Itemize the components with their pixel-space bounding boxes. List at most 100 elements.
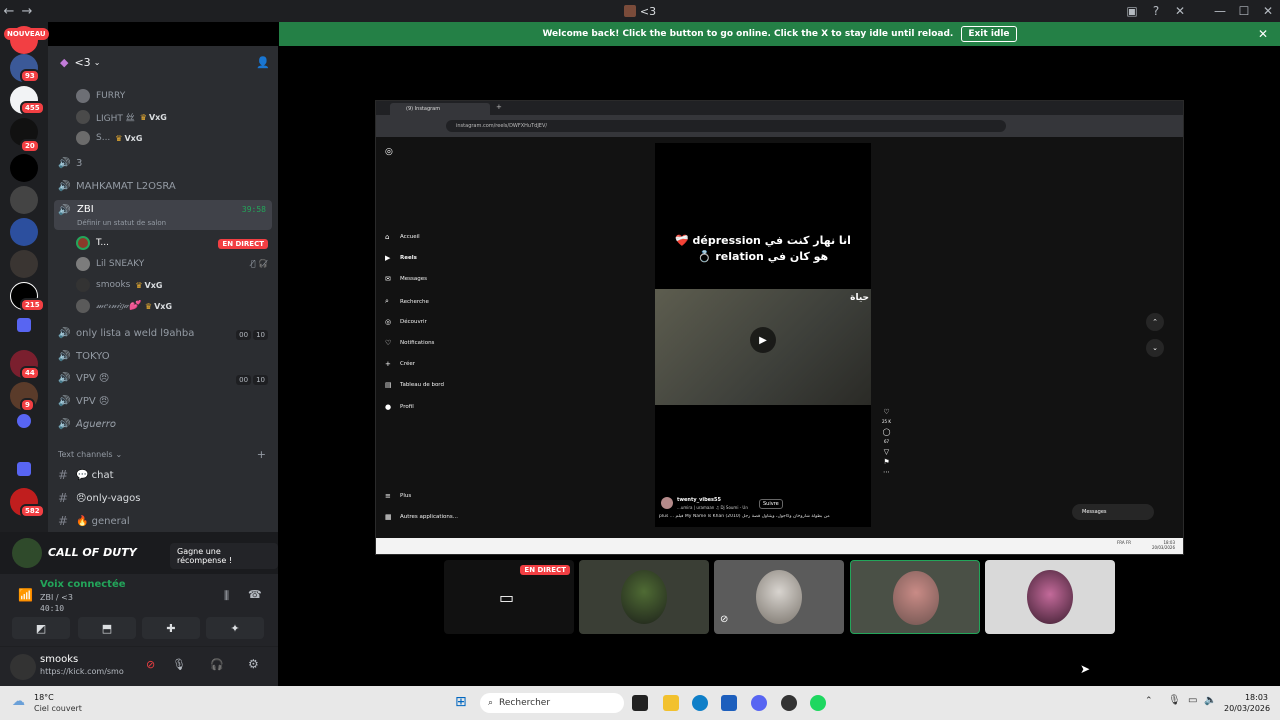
participant-tile[interactable]: ⊘ xyxy=(714,560,844,634)
claim-reward-button[interactable]: Gagne une récompense ! xyxy=(170,543,278,569)
nav-home[interactable]: ⌂ Accueil xyxy=(385,233,420,241)
voice-channel[interactable]: 🔊 MAHKAMAT L2OSRA xyxy=(58,181,176,192)
text-channel[interactable]: # 😠only-vagos xyxy=(58,491,140,505)
follow-button[interactable]: Suivre xyxy=(759,499,783,509)
voice-channel[interactable]: 🔊 TOKYO xyxy=(58,351,110,362)
maximize-button[interactable]: ☐ xyxy=(1232,4,1256,18)
voice-channel[interactable]: 🔊 only lista a weld l9ahba xyxy=(58,328,194,339)
add-member-icon[interactable]: 👤 xyxy=(256,56,270,69)
more-icon[interactable]: ⋯ xyxy=(882,467,891,477)
nav-more[interactable]: ≡ Plus xyxy=(385,492,411,500)
server-icon-5[interactable] xyxy=(10,154,38,182)
help-icon[interactable]: ? xyxy=(1144,4,1168,18)
like-icon[interactable]: ♡ xyxy=(882,407,891,417)
voice-channel[interactable]: 🔊 VPV 😠 xyxy=(58,396,109,407)
nav-messages[interactable]: ✉ Messages xyxy=(385,275,427,283)
nav-search[interactable]: ⌕ Recherche xyxy=(385,297,429,306)
voice-user[interactable]: FURRY xyxy=(76,89,125,103)
gear-icon[interactable]: ⚙ xyxy=(248,657,259,671)
voice-channel[interactable]: 🔊 3 xyxy=(58,158,82,169)
author-name[interactable]: twenty_vibes55 xyxy=(677,497,721,503)
author-avatar[interactable] xyxy=(661,497,673,509)
active-voice-channel[interactable]: 🔊 ZBI 39:58 Définir un statut de salon xyxy=(54,200,272,230)
network-icon[interactable]: ▭ xyxy=(1188,695,1197,706)
server-icon-6[interactable] xyxy=(10,186,38,214)
video-frame[interactable]: حياة ▶ xyxy=(655,289,871,405)
voice-channel[interactable]: 🔊 𝘈𝘨𝘶𝘦𝘳𝘳𝘰 xyxy=(58,419,116,430)
voice-user[interactable]: LIGHT 丝 ♛ VxG xyxy=(76,110,167,124)
messages-pill[interactable]: Messages xyxy=(1072,504,1154,520)
microphone-icon[interactable]: 🎙 xyxy=(172,658,186,671)
close-icon[interactable]: ✕ xyxy=(1258,27,1268,41)
file-explorer-icon[interactable] xyxy=(663,695,679,711)
voice-user[interactable]: smooks ♛ VxG xyxy=(76,278,162,292)
microphone-icon[interactable]: 🎙 xyxy=(1168,695,1181,706)
voice-channel[interactable]: 🔊 VPV 😠 xyxy=(58,373,109,384)
chevron-up-icon[interactable]: ⌃ xyxy=(1145,696,1153,706)
folder-icon[interactable] xyxy=(17,318,31,332)
disconnect-icon[interactable]: ☎ xyxy=(248,588,262,601)
participant-tile[interactable] xyxy=(579,560,709,634)
channel-status[interactable]: Définir un statut de salon xyxy=(77,219,166,227)
nav-explore[interactable]: ◎ Découvrir xyxy=(385,318,427,326)
taskbar-clock[interactable]: 18:03 20/03/2026 xyxy=(1224,692,1270,714)
streaming-off-icon[interactable]: ⊘ xyxy=(146,658,155,671)
share-icon[interactable]: ▽ xyxy=(882,447,891,457)
voice-user[interactable]: 𝓂𝑒𝓇𝓃𝒾𝑔𝒶💕 ♛ VxG xyxy=(76,299,172,313)
store-icon[interactable] xyxy=(721,695,737,711)
participant-tile[interactable] xyxy=(985,560,1115,634)
screen-share-button[interactable]: ⬒ xyxy=(78,617,136,639)
avatar[interactable] xyxy=(10,654,36,680)
participant-tile-speaking[interactable] xyxy=(850,560,980,634)
server-header[interactable]: ◆ <3 ⌄ 👤 xyxy=(48,46,278,78)
server-icon-8[interactable] xyxy=(10,250,38,278)
headphones-icon[interactable]: 🎧 xyxy=(210,658,224,671)
screen-share-icon[interactable]: ▣ xyxy=(1120,4,1144,18)
address-bar[interactable]: instagram.com/reels/DWFXHuTdJEV/ xyxy=(446,120,1006,132)
exit-idle-button[interactable]: Exit idle xyxy=(961,26,1017,42)
weather-temp[interactable]: 18°C xyxy=(34,693,54,702)
weather-desc[interactable]: Ciel couvert xyxy=(34,704,82,713)
voice-user[interactable]: S... ♛ VxG xyxy=(76,131,142,145)
voice-user[interactable]: T... xyxy=(76,236,109,250)
app-icon[interactable] xyxy=(781,695,797,711)
audio-track[interactable]: ...umira | uramaan ♫ Dj Soumi - Un xyxy=(677,505,748,510)
nav-dashboard[interactable]: ▤ Tableau de bord xyxy=(385,381,444,389)
participant-tile-streamer[interactable]: EN DIRECT ▭ xyxy=(444,560,574,634)
chevron-up-icon[interactable]: ⌃ xyxy=(1146,313,1164,331)
tools-icon[interactable]: ✕ xyxy=(1168,4,1192,18)
category-text-channels[interactable]: Text channels ⌄ xyxy=(58,450,122,459)
folder-icon[interactable] xyxy=(17,462,31,476)
nav-create[interactable]: + Créer xyxy=(385,360,415,368)
play-icon[interactable]: ▶ xyxy=(750,327,776,353)
spotify-icon[interactable] xyxy=(810,695,826,711)
add-channel-icon[interactable]: + xyxy=(257,448,266,461)
windows-start-icon[interactable]: ⊞ xyxy=(455,694,467,710)
save-icon[interactable]: ⚑ xyxy=(882,457,891,467)
server-icon-12[interactable] xyxy=(17,414,31,428)
voice-user[interactable]: Lil SNEAKY xyxy=(76,257,144,271)
browser-tab[interactable]: (9) Instagram xyxy=(390,103,490,115)
discord-icon[interactable] xyxy=(751,695,767,711)
text-channel[interactable]: # 🔥 general xyxy=(58,514,130,528)
taskbar-search[interactable]: ⌕ Rechercher xyxy=(480,693,624,713)
camera-off-button[interactable]: ◩ xyxy=(12,617,70,639)
stream-view[interactable]: (9) Instagram + instagram.com/reels/DWFX… xyxy=(375,100,1184,555)
voice-channel-name[interactable]: ZBI / <3 xyxy=(40,593,73,602)
nav-notifications[interactable]: ♡ Notifications xyxy=(385,339,434,347)
nav-other-apps[interactable]: ▦ Autres applications... xyxy=(385,513,458,521)
activities-button[interactable]: ✚ xyxy=(142,617,200,639)
nav-profile[interactable]: ● Profil xyxy=(385,403,414,411)
volume-icon[interactable]: 🔈 xyxy=(1204,695,1216,706)
edge-icon[interactable] xyxy=(692,695,708,711)
server-icon-7[interactable] xyxy=(10,218,38,246)
minimize-button[interactable]: — xyxy=(1208,4,1232,18)
comment-icon[interactable]: ◯ xyxy=(882,427,891,437)
task-view-icon[interactable] xyxy=(632,695,648,711)
noise-suppression-icon[interactable]: ⫼ xyxy=(224,589,229,603)
reel-video[interactable]: ❤️‍🩹 dépression انا نهار كنت في 💍 relati… xyxy=(655,143,871,527)
nav-reels[interactable]: ▶ Reels xyxy=(385,254,417,262)
text-channel[interactable]: # 💬 chat xyxy=(58,468,114,482)
close-button[interactable]: ✕ xyxy=(1256,4,1280,18)
soundboard-button[interactable]: ✦ xyxy=(206,617,264,639)
